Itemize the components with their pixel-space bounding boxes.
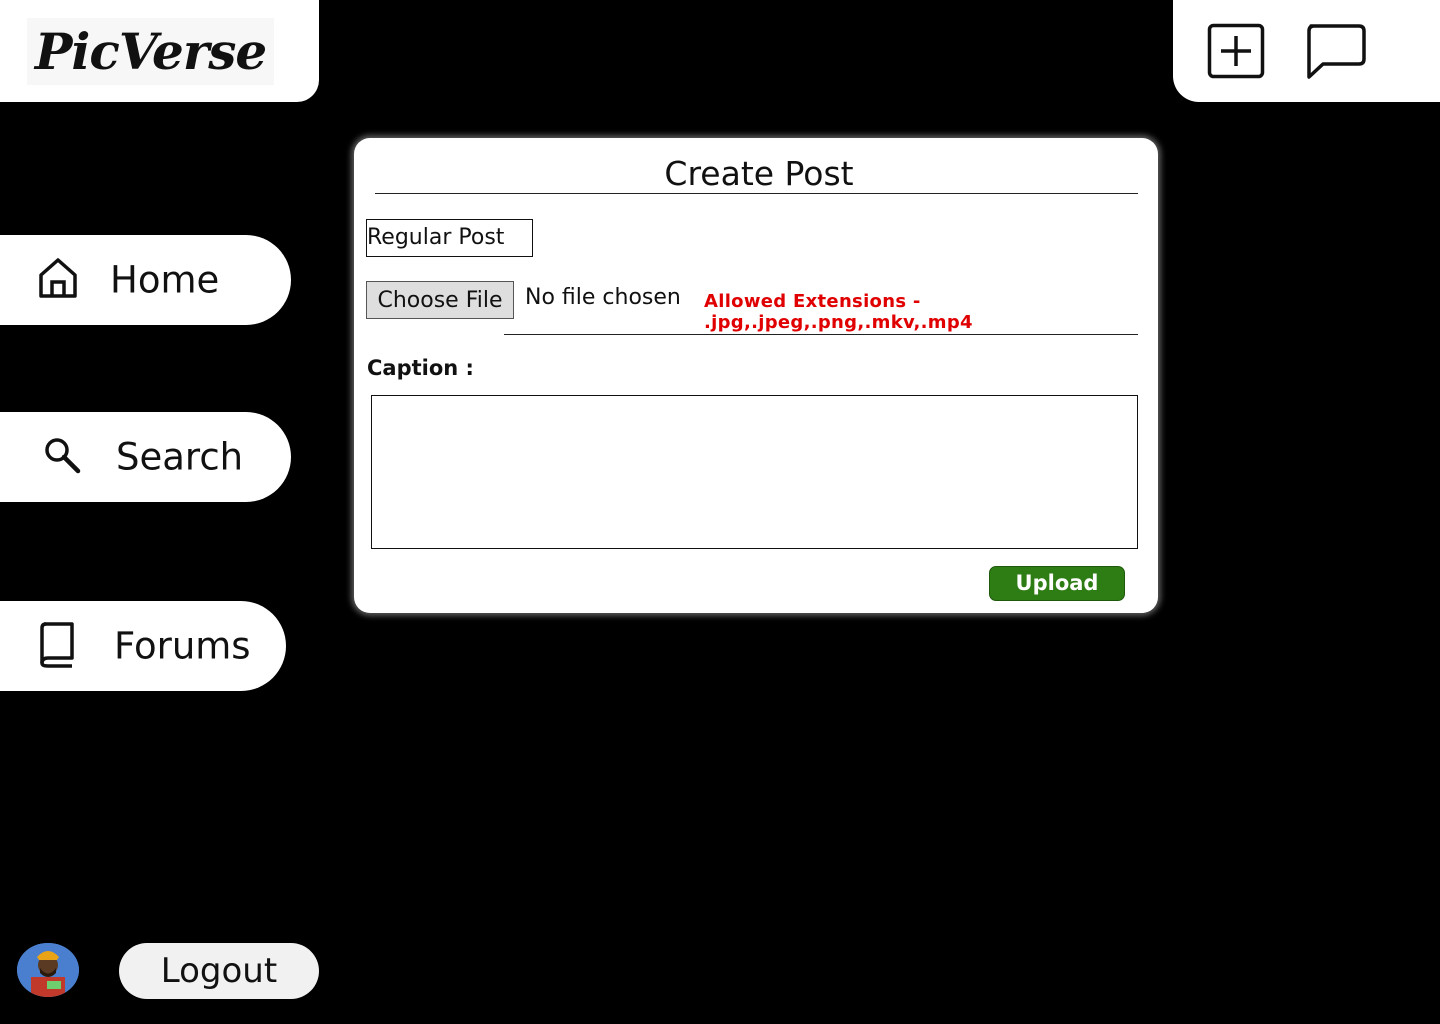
post-type-select[interactable]: Regular Post [366, 219, 533, 257]
title-divider [375, 193, 1138, 194]
book-icon [37, 620, 77, 672]
sidebar-item-label: Search [116, 435, 244, 479]
messages-button[interactable] [1305, 23, 1367, 81]
create-post-button[interactable] [1207, 23, 1265, 79]
sidebar-item-label: Forums [114, 624, 251, 668]
home-icon [36, 256, 80, 304]
user-avatar[interactable] [17, 943, 79, 997]
caption-input[interactable] [371, 395, 1138, 549]
choose-file-button[interactable]: Choose File [366, 281, 514, 319]
chat-bubble-icon [1307, 24, 1366, 79]
page-title: Create Post [664, 154, 854, 193]
section-divider [504, 334, 1138, 335]
file-status-text: No file chosen [525, 285, 681, 310]
sidebar-item-home[interactable]: Home [0, 235, 291, 325]
app-root: PicVerse Home Search Forums Logout Creat… [0, 0, 1440, 1024]
caption-label: Caption : [367, 356, 474, 380]
sidebar-item-label: Home [110, 258, 220, 302]
search-icon [42, 435, 82, 479]
upload-button[interactable]: Upload [989, 566, 1125, 601]
allowed-extensions-note: Allowed Extensions - .jpg,.jpeg,.png,.mk… [704, 291, 973, 333]
top-actions-bar [1173, 0, 1440, 102]
sidebar-item-search[interactable]: Search [0, 412, 291, 502]
create-post-panel: Create Post Regular Post Choose File No … [354, 138, 1158, 613]
logout-button[interactable]: Logout [119, 943, 319, 999]
plus-square-icon [1207, 23, 1265, 79]
app-logo: PicVerse [26, 17, 275, 85]
avatar-illustration [17, 943, 79, 997]
sidebar-item-forums[interactable]: Forums [0, 601, 286, 691]
logo-container[interactable]: PicVerse [0, 0, 319, 102]
